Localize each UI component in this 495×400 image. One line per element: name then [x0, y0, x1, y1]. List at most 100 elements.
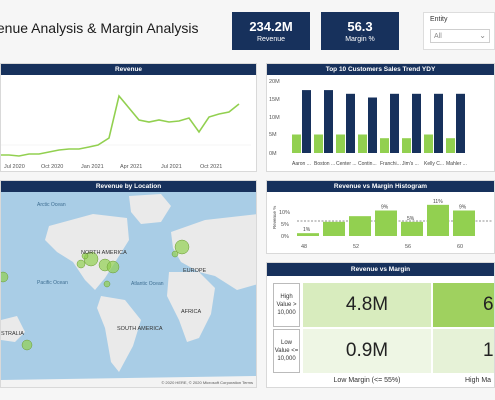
- data-label: 9%: [459, 205, 467, 211]
- data-label: 11%: [433, 199, 443, 205]
- bar-current[interactable]: [412, 93, 421, 153]
- histogram-bar[interactable]: [401, 221, 423, 236]
- bar-prior[interactable]: [402, 138, 411, 153]
- location-bubble[interactable]: [103, 280, 111, 288]
- entity-dropdown[interactable]: All ⌄: [430, 29, 490, 43]
- landmass-africa: [167, 272, 215, 342]
- chevron-down-icon: ⌄: [479, 31, 486, 40]
- map-label: Arctic Ocean: [37, 202, 66, 208]
- map-label: NORTH AMERICA: [81, 250, 127, 256]
- y-tick-label: 20M: [269, 79, 280, 85]
- kpi-revenue-label: Revenue: [256, 36, 286, 43]
- bar-current[interactable]: [456, 93, 465, 153]
- location-bubble[interactable]: [76, 259, 86, 269]
- row-header-low-value: Low Value <= 10,000: [273, 329, 300, 373]
- histogram-bar[interactable]: [323, 221, 345, 236]
- location-bubble[interactable]: [1, 271, 9, 283]
- x-tick-label: Jul 2021: [161, 164, 182, 170]
- customers-panel-title: Top 10 Customers Sales Trend YDY: [267, 64, 494, 75]
- bar-current[interactable]: [302, 90, 311, 153]
- x-tick-label: Jan 2021: [81, 164, 104, 170]
- x-tick-label: Apr 2021: [120, 164, 142, 170]
- histogram-bar[interactable]: [349, 216, 371, 236]
- histogram-panel[interactable]: Revenue vs Margin Histogram Revenue % 10…: [266, 180, 495, 254]
- bar-prior[interactable]: [446, 138, 455, 153]
- y-tick-label: 5M: [269, 132, 277, 138]
- kpi-revenue-card: 234.2M Revenue: [232, 12, 310, 50]
- y-tick-label: 10M: [269, 115, 280, 121]
- entity-slicer: Entity All ⌄: [423, 12, 495, 50]
- map-panel[interactable]: Revenue by Location Arctic Ocean NORTH A…: [0, 180, 257, 388]
- matrix-cell[interactable]: 1.: [433, 329, 494, 373]
- x-tick-label: 56: [405, 244, 411, 250]
- x-tick-label: Boston ...: [314, 161, 335, 167]
- bar-prior[interactable]: [314, 134, 323, 154]
- customers-bar-chart: 20M 15M 10M 5M 0M Aaron ... Boston ... Cen…: [269, 79, 467, 167]
- revenue-line: [1, 94, 240, 157]
- y-axis-label: Revenue %: [272, 206, 277, 229]
- x-tick-label: 48: [301, 244, 307, 250]
- bar-prior[interactable]: [358, 134, 367, 154]
- x-tick-label: Center ...: [336, 161, 357, 167]
- bar-prior[interactable]: [336, 134, 345, 154]
- matrix-cell[interactable]: 4.8M: [303, 283, 431, 327]
- bar-current[interactable]: [368, 97, 377, 154]
- y-tick-label: 0M: [269, 151, 277, 157]
- x-tick-label: Jul 2020: [4, 164, 25, 170]
- bar-prior[interactable]: [292, 134, 301, 154]
- matrix-panel-title: Revenue vs Margin: [267, 263, 494, 276]
- revenue-panel-title: Revenue: [1, 64, 256, 75]
- histogram-bar[interactable]: [427, 204, 449, 236]
- map-label: SOUTH AMERICA: [117, 326, 163, 332]
- bar-prior[interactable]: [380, 138, 389, 153]
- customers-panel[interactable]: Top 10 Customers Sales Trend YDY 20M 15M…: [266, 63, 495, 172]
- bar-current[interactable]: [324, 90, 333, 153]
- x-tick-label: Contin...: [358, 161, 377, 167]
- x-tick-label: 60: [457, 244, 463, 250]
- kpi-margin-card: 56.3 Margin %: [321, 12, 399, 50]
- matrix-cell[interactable]: 6.: [433, 283, 494, 327]
- kpi-margin-value: 56.3: [347, 19, 373, 34]
- bar-current[interactable]: [390, 93, 399, 153]
- row-header-high-value: High Value > 10,000: [273, 283, 300, 327]
- x-tick-label: Franchi...: [380, 161, 401, 167]
- revenue-panel[interactable]: Revenue Jul 2020 Oct 2020 Jan 2021 Apr 2…: [0, 63, 257, 172]
- page-title-text: Revenue Analysis & Margin Analysis: [0, 20, 199, 36]
- map-label: Pacific Ocean: [37, 280, 68, 286]
- bar-prior[interactable]: [424, 134, 433, 154]
- data-label: 9%: [381, 205, 389, 211]
- x-tick-label: 52: [353, 244, 359, 250]
- x-tick-label: Kelly C...: [424, 161, 444, 167]
- report-page: Revenue Analysis & Margin Analysis 234.2…: [0, 0, 495, 400]
- x-tick-label: Mahler ...: [446, 161, 467, 167]
- column-header: High Ma: [465, 376, 492, 384]
- landmass-south-america: [97, 296, 141, 372]
- row-header-text: High Value > 10,000: [276, 294, 297, 316]
- location-bubble[interactable]: [171, 250, 179, 258]
- histogram-bar[interactable]: [297, 233, 319, 236]
- kpi-revenue-value: 234.2M: [249, 19, 293, 34]
- matrix-panel[interactable]: Revenue vs Margin High Value > 10,000 Lo…: [266, 262, 495, 388]
- map-label: EUROPE: [183, 268, 207, 274]
- location-bubble[interactable]: [21, 339, 33, 351]
- x-tick-label: Aaron ...: [292, 161, 311, 167]
- page-title: Revenue Analysis & Margin Analysis: [0, 20, 198, 36]
- world-map[interactable]: Arctic Ocean NORTH AMERICA EUROPE Pacifi…: [1, 192, 256, 387]
- y-tick-label: 15M: [269, 97, 280, 103]
- x-tick-label: Oct 2021: [200, 164, 222, 170]
- histogram-bar[interactable]: [375, 210, 397, 237]
- y-tick-label: 10%: [279, 210, 290, 216]
- row-header-text: Low Value <= 10,000: [274, 340, 299, 362]
- histogram-panel-title: Revenue vs Margin Histogram: [267, 181, 494, 192]
- map-canvas: Arctic Ocean NORTH AMERICA EUROPE Pacifi…: [1, 194, 256, 387]
- y-tick-label: 0%: [281, 234, 289, 240]
- histogram-bar[interactable]: [453, 210, 475, 237]
- map-label: AFRICA: [181, 309, 202, 315]
- bar-current[interactable]: [434, 93, 443, 153]
- map-panel-title: Revenue by Location: [1, 181, 256, 192]
- x-tick-label: Oct 2020: [41, 164, 63, 170]
- bar-current[interactable]: [346, 93, 355, 153]
- matrix-cell[interactable]: 0.9M: [303, 329, 431, 373]
- location-bubble[interactable]: [106, 260, 120, 274]
- entity-dropdown-value: All: [434, 33, 442, 40]
